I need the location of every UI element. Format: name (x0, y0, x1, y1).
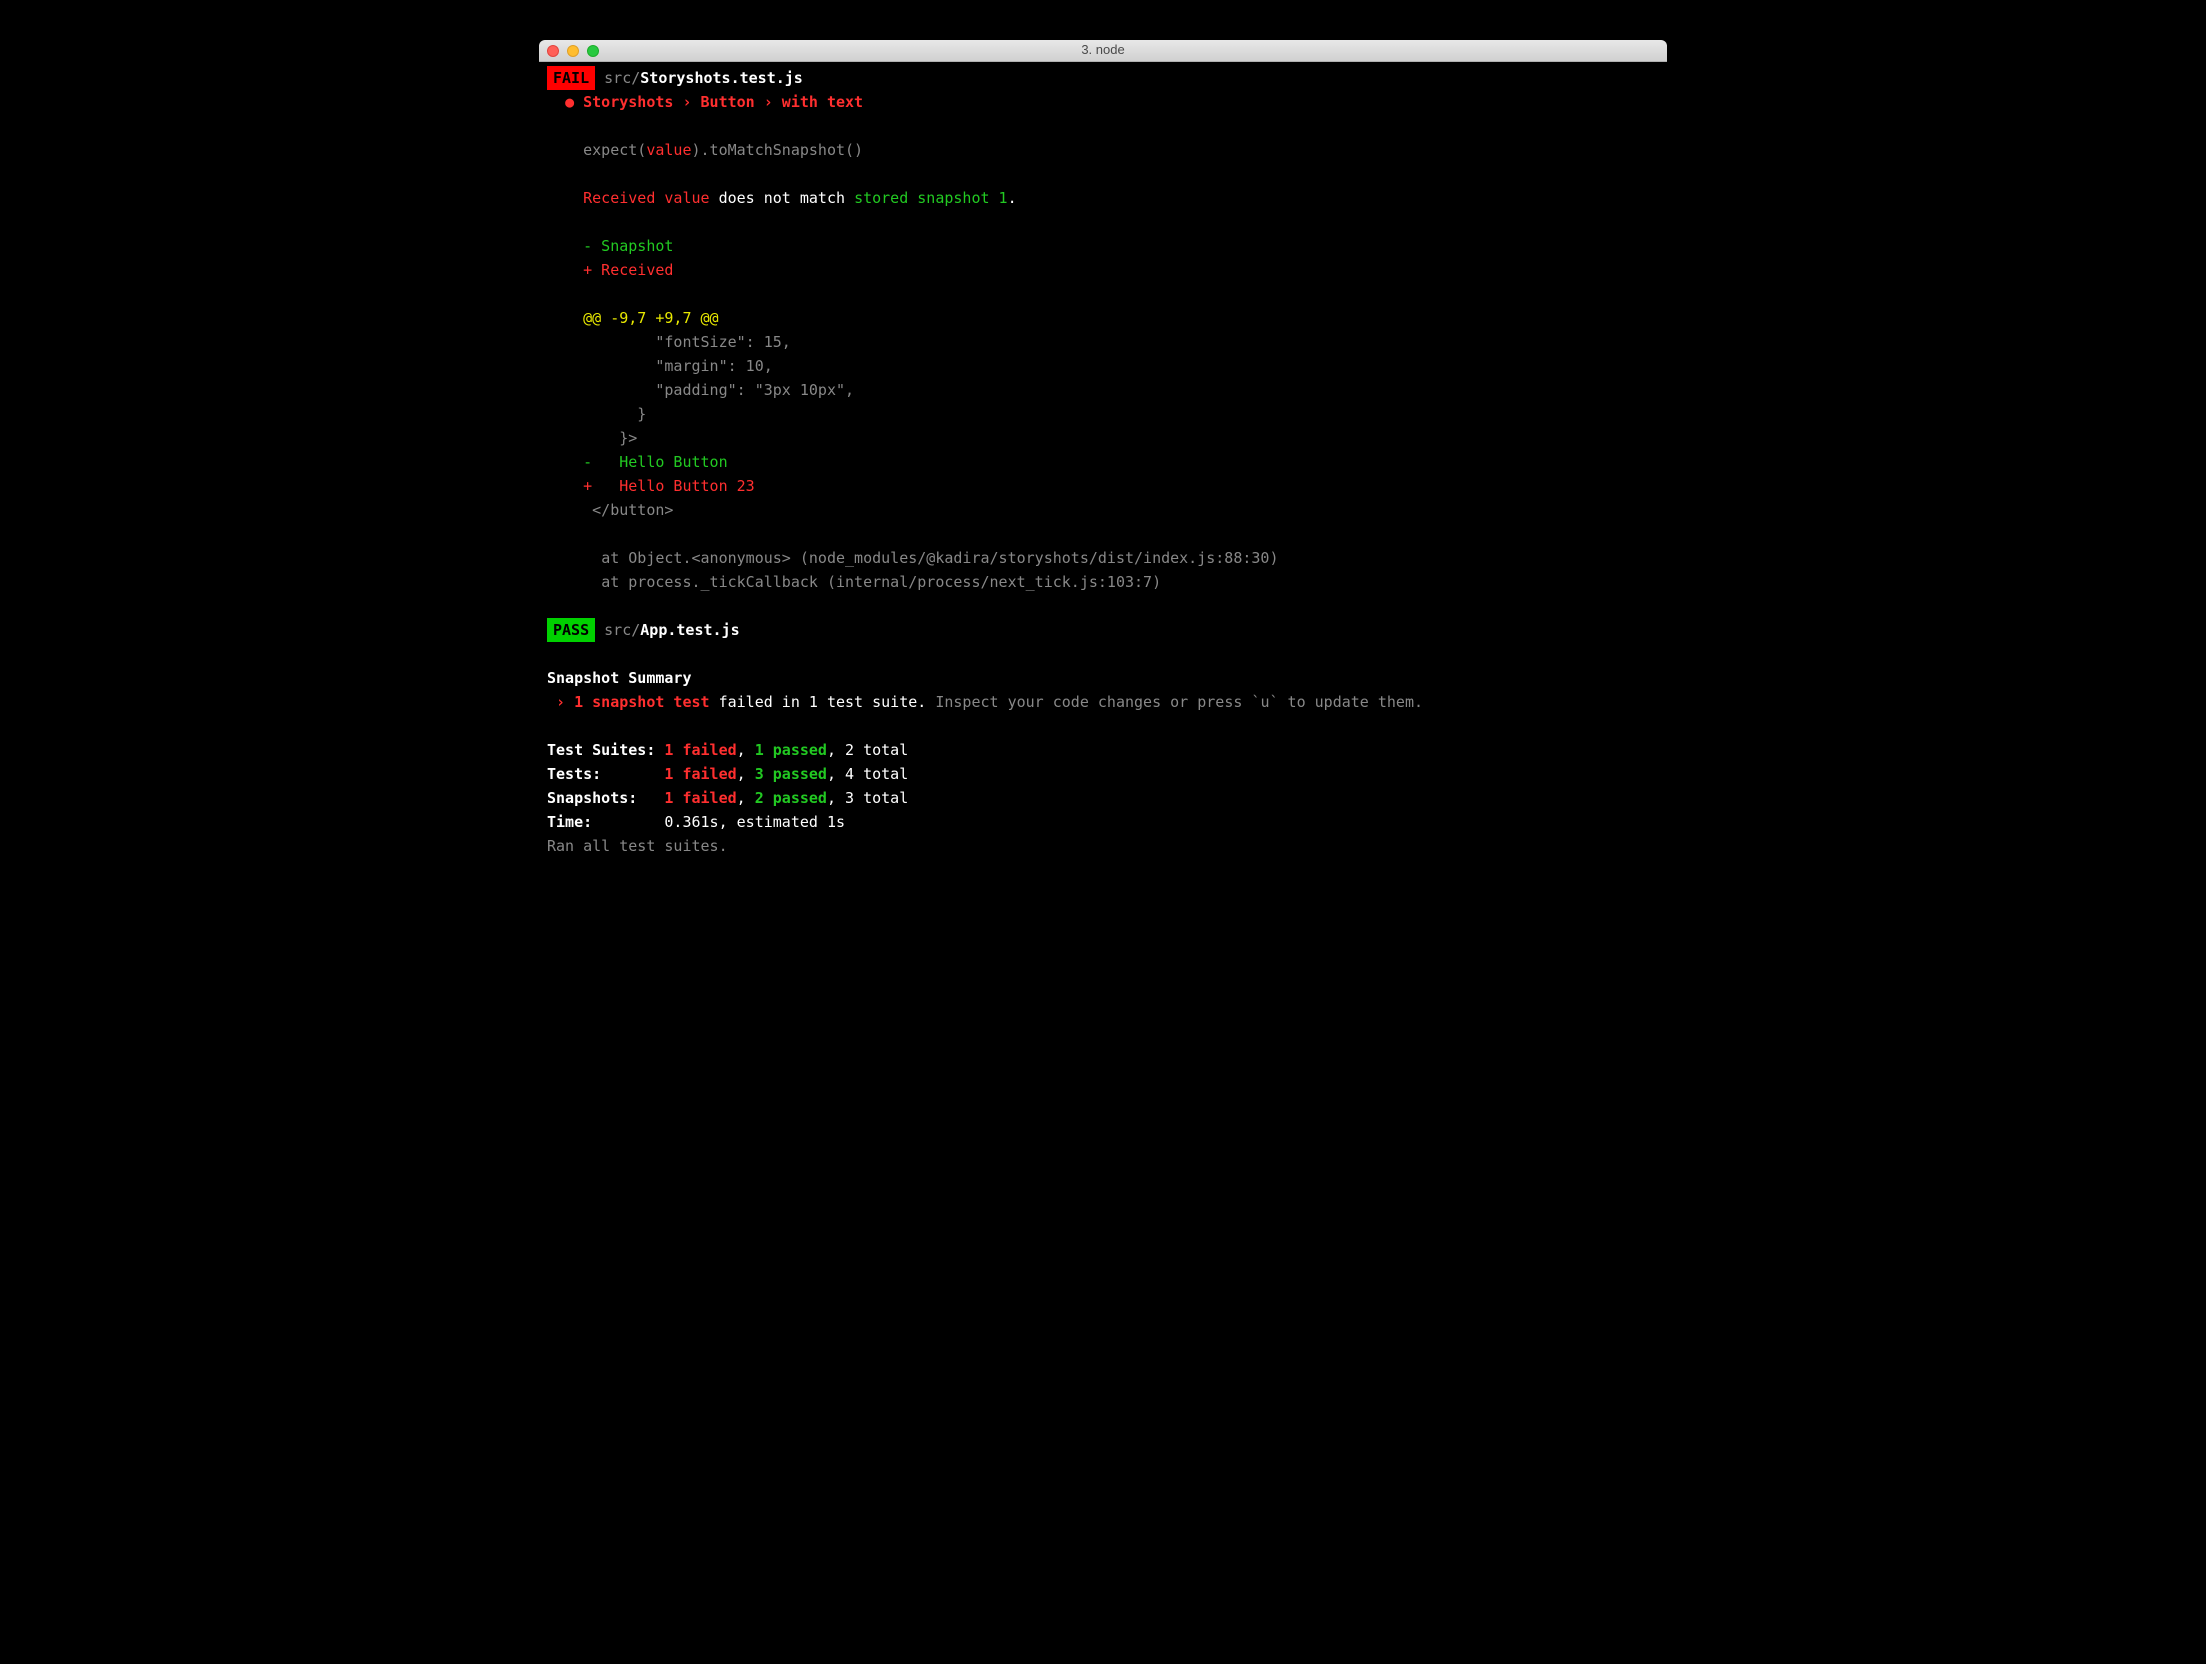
time-row: Time: 0.361s, estimated 1s (547, 810, 1659, 834)
test-suites-row: Test Suites: 1 failed, 1 passed, 2 total (547, 738, 1659, 762)
diff-context: </button> (547, 498, 1659, 522)
fail-badge: FAIL (547, 66, 595, 90)
mismatch-text: does not match (710, 189, 855, 207)
mismatch-line: Received value does not match stored sna… (547, 186, 1659, 210)
fail-path-dir: src/ (604, 69, 640, 87)
expect-post: ).toMatchSnapshot() (692, 141, 864, 159)
period: . (1008, 189, 1017, 207)
diff-context: "fontSize": 15, (547, 330, 1659, 354)
summary-hint: Inspect your code changes or press `u` t… (935, 693, 1423, 711)
pass-path-file: App.test.js (640, 621, 739, 639)
fail-path-file: Storyshots.test.js (640, 69, 803, 87)
diff-minus-label: - Snapshot (547, 234, 1659, 258)
summary-rest: failed in 1 test suite. (710, 693, 936, 711)
fail-test-name: Storyshots › Button › with text (583, 93, 863, 111)
pass-header: PASS src/App.test.js (547, 618, 1659, 642)
tests-row: Tests: 1 failed, 3 passed, 4 total (547, 762, 1659, 786)
pass-badge: PASS (547, 618, 595, 642)
diff-hunk: @@ -9,7 +9,7 @@ (547, 306, 1659, 330)
stored-snapshot: stored snapshot 1 (854, 189, 1008, 207)
stack-trace: at process._tickCallback (internal/proce… (547, 570, 1659, 594)
diff-context: }> (547, 426, 1659, 450)
ran-line: Ran all test suites. (547, 834, 1659, 858)
bullet-icon: ● (565, 93, 574, 111)
diff-context: } (547, 402, 1659, 426)
diff-plus-label: + Received (547, 258, 1659, 282)
window-titlebar[interactable]: 3. node (539, 40, 1667, 62)
summary-failed: 1 snapshot test (574, 693, 709, 711)
expect-value: value (646, 141, 691, 159)
failed-test-title: ● Storyshots › Button › with text (547, 90, 1659, 114)
expect-pre: expect( (583, 141, 646, 159)
snapshot-summary-title: Snapshot Summary (547, 666, 1659, 690)
diff-context: "margin": 10, (547, 354, 1659, 378)
terminal-output[interactable]: FAIL src/Storyshots.test.js ● Storyshots… (539, 62, 1667, 898)
snapshot-summary-line: › 1 snapshot test failed in 1 test suite… (547, 690, 1659, 714)
diff-deletion: - Hello Button (547, 450, 1659, 474)
diff-addition: + Hello Button 23 (547, 474, 1659, 498)
summary-arrow: › (547, 693, 574, 711)
snapshots-row: Snapshots: 1 failed, 2 passed, 3 total (547, 786, 1659, 810)
stack-trace: at Object.<anonymous> (node_modules/@kad… (547, 546, 1659, 570)
window-title: 3. node (539, 40, 1667, 61)
expect-line: expect(value).toMatchSnapshot() (547, 138, 1659, 162)
pass-path-dir: src/ (604, 621, 640, 639)
diff-context: "padding": "3px 10px", (547, 378, 1659, 402)
fail-header: FAIL src/Storyshots.test.js (547, 66, 1659, 90)
received-value: Received value (583, 189, 709, 207)
terminal-window: 3. node FAIL src/Storyshots.test.js ● St… (539, 40, 1667, 898)
